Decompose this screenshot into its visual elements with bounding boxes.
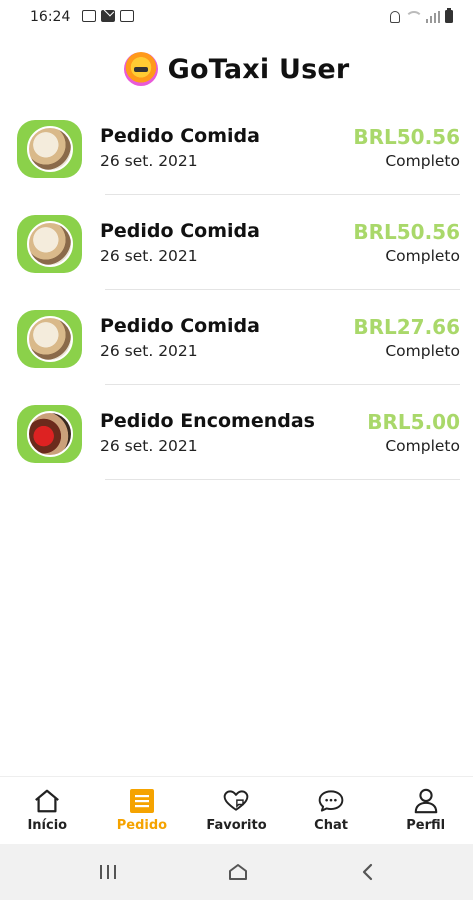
order-item[interactable]: Pedido Comida 26 set. 2021 BRL50.56 Comp… bbox=[0, 195, 473, 290]
battery-icon bbox=[445, 8, 453, 23]
list-icon bbox=[128, 787, 156, 815]
tab-label: Favorito bbox=[206, 818, 267, 833]
app-logo-icon bbox=[123, 52, 158, 86]
alarm-icon bbox=[389, 11, 400, 23]
bottom-nav: Início Pedido Favorito Chat Perfil bbox=[0, 776, 473, 844]
tab-label: Chat bbox=[314, 818, 348, 833]
order-thumbnail bbox=[17, 310, 82, 368]
notification-icons bbox=[82, 10, 134, 22]
page-title: GoTaxi User bbox=[167, 53, 350, 85]
order-title: Pedido Comida bbox=[100, 315, 260, 337]
order-date: 26 set. 2021 bbox=[100, 342, 198, 360]
system-navigation-bar bbox=[0, 844, 473, 900]
parcel-photo-icon bbox=[26, 411, 73, 457]
system-icons bbox=[389, 8, 453, 23]
order-item[interactable]: Pedido Comida 26 set. 2021 BRL50.56 Comp… bbox=[0, 100, 473, 195]
order-list: Pedido Comida 26 set. 2021 BRL50.56 Comp… bbox=[0, 100, 473, 480]
heart-chat-icon bbox=[222, 787, 250, 815]
order-thumbnail bbox=[17, 215, 82, 273]
tab-pedido[interactable]: Pedido bbox=[95, 777, 190, 844]
app-header: GoTaxi User bbox=[0, 50, 473, 88]
order-thumbnail bbox=[17, 405, 82, 463]
tab-label: Início bbox=[27, 818, 68, 833]
order-title: Pedido Comida bbox=[100, 125, 260, 147]
order-title: Pedido Encomendas bbox=[100, 410, 315, 432]
tab-favorito[interactable]: Favorito bbox=[189, 777, 284, 844]
order-price: BRL27.66 bbox=[353, 315, 460, 339]
home-button-icon[interactable] bbox=[228, 863, 248, 881]
recent-apps-icon[interactable] bbox=[98, 863, 118, 881]
order-thumbnail bbox=[17, 120, 82, 178]
wifi-icon bbox=[404, 11, 423, 23]
order-status: Completo bbox=[385, 342, 460, 360]
order-date: 26 set. 2021 bbox=[100, 437, 198, 455]
food-photo-icon bbox=[26, 126, 73, 172]
order-date: 26 set. 2021 bbox=[100, 247, 198, 265]
order-price: BRL50.56 bbox=[353, 220, 460, 244]
order-item[interactable]: Pedido Comida 26 set. 2021 BRL27.66 Comp… bbox=[0, 290, 473, 385]
mail-icon bbox=[101, 10, 115, 22]
status-time: 16:24 bbox=[30, 9, 71, 25]
order-status: Completo bbox=[385, 437, 460, 455]
order-price: BRL50.56 bbox=[353, 125, 460, 149]
tab-inicio[interactable]: Início bbox=[0, 777, 95, 844]
status-bar: 16:24 bbox=[0, 0, 473, 34]
order-status: Completo bbox=[385, 152, 460, 170]
food-photo-icon bbox=[26, 316, 73, 362]
user-icon bbox=[412, 787, 440, 815]
order-status: Completo bbox=[385, 247, 460, 265]
chat-bubble-icon bbox=[317, 787, 345, 815]
order-item[interactable]: Pedido Encomendas 26 set. 2021 BRL5.00 C… bbox=[0, 385, 473, 480]
order-price: BRL5.00 bbox=[367, 410, 460, 434]
tab-label: Pedido bbox=[116, 818, 168, 833]
tab-chat[interactable]: Chat bbox=[284, 777, 379, 844]
tab-label: Perfil bbox=[406, 818, 446, 833]
signal-icon bbox=[425, 11, 440, 23]
order-date: 26 set. 2021 bbox=[100, 152, 198, 170]
food-photo-icon bbox=[26, 221, 73, 267]
home-icon bbox=[33, 787, 61, 815]
screen-icon bbox=[120, 10, 134, 22]
order-title: Pedido Comida bbox=[100, 220, 260, 242]
back-icon[interactable] bbox=[360, 863, 374, 881]
tab-perfil[interactable]: Perfil bbox=[378, 777, 473, 844]
screen-icon bbox=[82, 10, 96, 22]
divider bbox=[105, 479, 460, 480]
